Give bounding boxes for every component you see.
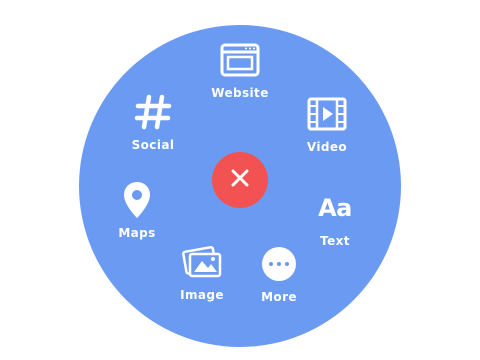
menu-item-label: More <box>261 290 297 304</box>
image-stack-icon <box>180 242 224 282</box>
stage: Website Social Video Maps Aa Text Image … <box>0 0 480 360</box>
map-pin-icon <box>121 180 153 220</box>
menu-item-video[interactable]: Video <box>282 94 372 154</box>
hashtag-icon <box>133 92 173 132</box>
film-play-icon <box>307 94 347 134</box>
close-icon <box>231 169 249 191</box>
menu-item-label: Video <box>306 140 348 154</box>
text-aa-glyph: Aa <box>318 194 352 222</box>
close-button[interactable] <box>212 152 268 208</box>
menu-item-website[interactable]: Website <box>195 40 285 100</box>
menu-item-label: Image <box>180 288 224 302</box>
menu-item-social[interactable]: Social <box>108 92 198 152</box>
menu-item-text[interactable]: Aa Text <box>290 188 380 248</box>
menu-item-more[interactable]: More <box>234 244 324 304</box>
menu-item-label: Maps <box>118 226 156 240</box>
menu-item-maps[interactable]: Maps <box>92 180 182 240</box>
text-aa-icon: Aa <box>318 188 352 228</box>
browser-window-icon <box>220 40 260 80</box>
menu-item-label: Website <box>211 86 269 100</box>
more-dots-icon <box>262 244 296 284</box>
menu-item-label: Text <box>320 234 350 248</box>
menu-item-label: Social <box>131 138 175 152</box>
